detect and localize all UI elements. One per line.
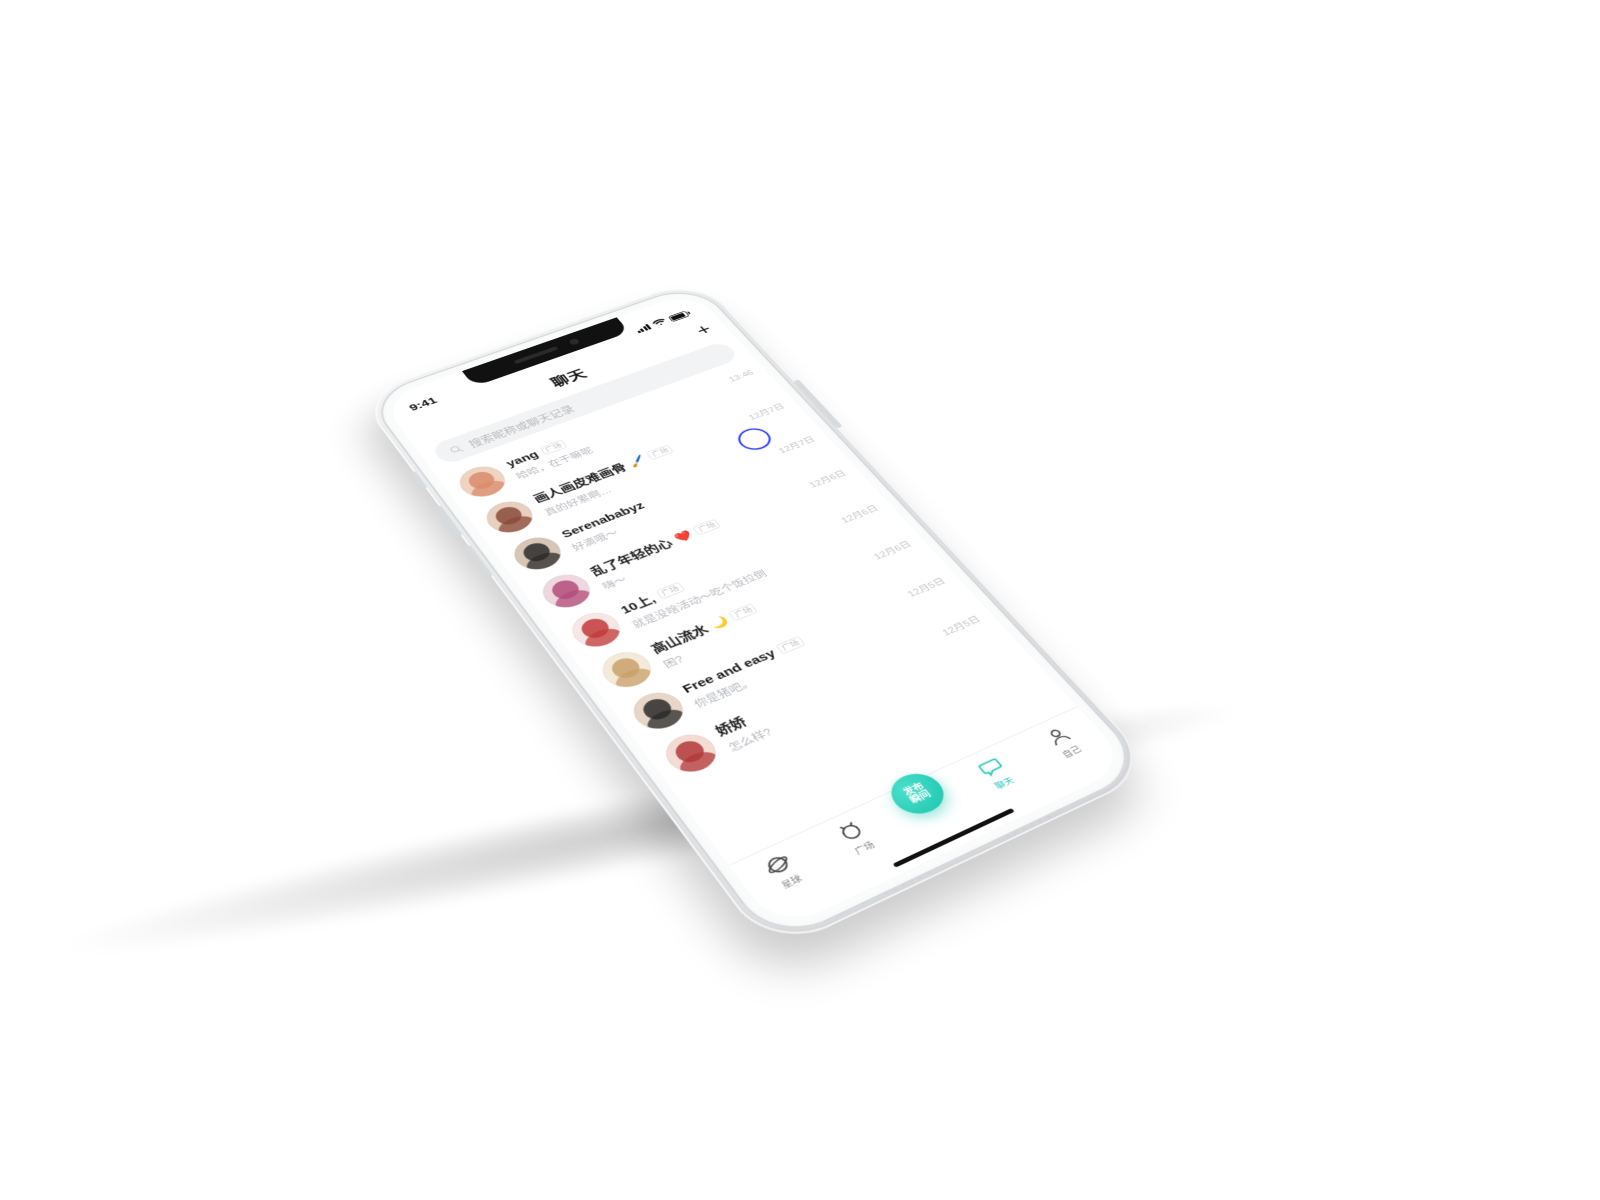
chat-name: 高山流水 — [647, 621, 712, 656]
chat-time: 13:46 — [727, 369, 755, 384]
tab-chat[interactable]: 聊天 — [949, 742, 1043, 803]
home-indicator — [893, 808, 1015, 868]
chat-time: 12月6日 — [871, 538, 915, 562]
signal-icon — [634, 324, 651, 334]
chat-time: 12月7日 — [776, 434, 818, 456]
source-tag: 广场 — [728, 603, 758, 621]
person-icon — [1038, 722, 1077, 750]
tab-label: 聊天 — [991, 774, 1017, 792]
chat-row[interactable]: 娇娇怎么样? 12月5日 — [640, 601, 1016, 790]
tab-label: 自己 — [1059, 743, 1084, 760]
wifi-icon — [651, 318, 669, 328]
name-emoji-icon: 🖌️ — [626, 453, 649, 468]
chat-preview: 怎么样? — [724, 647, 953, 755]
chat-name: Free and easy — [680, 647, 779, 696]
tab-self[interactable]: 自己 — [1016, 712, 1108, 771]
source-tag: 广场 — [776, 636, 806, 655]
avatar — [507, 532, 569, 575]
name-emoji-icon: ❤️ — [672, 528, 695, 544]
chat-icon — [971, 753, 1010, 782]
chat-preview: 你是猪吧。 — [690, 606, 917, 710]
source-tag: 广场 — [655, 582, 685, 600]
avatar — [594, 646, 659, 693]
page-title: 聊天 — [546, 365, 591, 391]
search-icon — [446, 443, 465, 456]
avatar — [657, 728, 725, 779]
square-icon — [831, 816, 871, 846]
chat-time: 12月5日 — [939, 613, 984, 638]
chat-name: 娇娇 — [711, 713, 750, 739]
tab-planet[interactable]: 星球 — [734, 838, 832, 904]
avatar — [535, 569, 598, 614]
chat-row[interactable]: Free and easy广场你是猪吧。12月5日 — [608, 564, 980, 747]
tab-bar: 星球 广场 发布 瞬间 — [729, 706, 1131, 931]
chat-time: 12月7日 — [746, 401, 788, 422]
tab-square[interactable]: 广场 — [807, 805, 904, 869]
publish-fab[interactable]: 发布 瞬间 — [881, 767, 953, 821]
chat-preview: 困? — [659, 570, 884, 671]
avatar — [625, 686, 691, 735]
chat-time: 12月5日 — [904, 575, 948, 600]
avatar — [564, 607, 628, 653]
add-button[interactable]: + — [692, 321, 716, 338]
tab-label: 广场 — [851, 838, 877, 857]
name-emoji-icon: 🌙 — [707, 614, 731, 631]
chat-time: 12月6日 — [806, 468, 849, 490]
planet-icon — [758, 849, 798, 880]
tab-label: 星球 — [778, 872, 804, 891]
chat-name: 10上, — [616, 591, 658, 617]
chat-time: 12月6日 — [838, 503, 881, 526]
tab-publish[interactable]: 发布 瞬间 — [868, 761, 966, 827]
fab-label: 发布 瞬间 — [902, 782, 933, 806]
